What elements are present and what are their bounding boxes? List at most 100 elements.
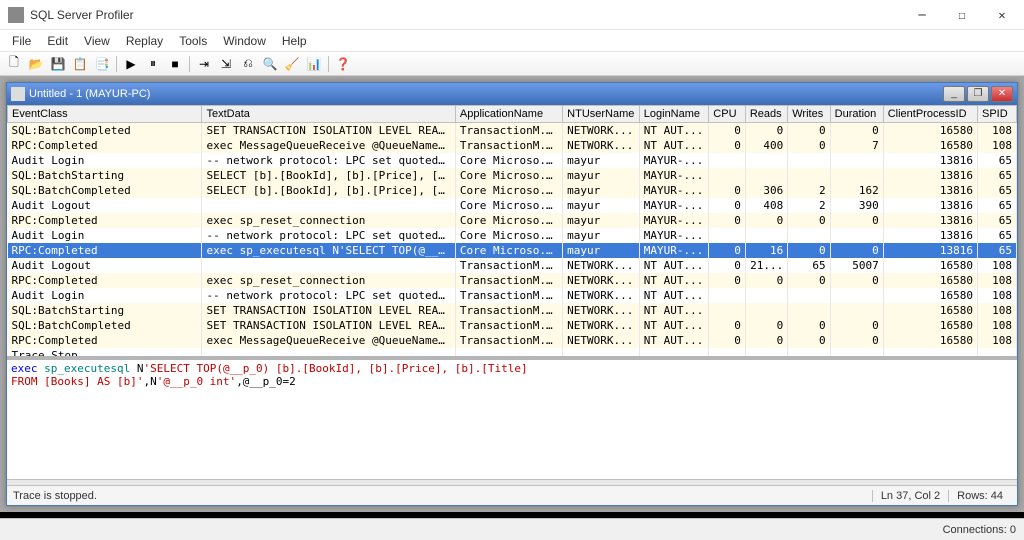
cell-reads [745,153,787,168]
menu-edit[interactable]: Edit [39,32,76,50]
table-row[interactable]: SQL:BatchCompletedSELECT [b].[BookId], [… [8,183,1017,198]
toolbar-stats-button[interactable]: 📊 [304,54,324,74]
cell-cpu: 0 [709,273,746,288]
cell-eventclass: SQL:BatchCompleted [8,123,202,139]
toolbar-break-button[interactable]: ⎌ [238,54,258,74]
cell-loginname: NT AUT... [639,288,709,303]
col-ntusername[interactable]: NTUserName [563,106,640,123]
toolbar-new-button[interactable]: 🗋 [4,54,24,74]
table-row[interactable]: SQL:BatchStartingSET TRANSACTION ISOLATI… [8,303,1017,318]
table-row[interactable]: RPC:Completedexec MessageQueueReceive @Q… [8,138,1017,153]
table-row[interactable]: SQL:BatchCompletedSET TRANSACTION ISOLAT… [8,318,1017,333]
cell-ntusername: NETWORK... [563,138,640,153]
mdi-area: Untitled - 1 (MAYUR-PC) _ ❐ ✕ EventClass… [0,76,1024,512]
toolbar-run-button[interactable]: ▶ [121,54,141,74]
cell-duration [830,288,883,303]
toolbar-props-button[interactable]: 📑 [92,54,112,74]
toolbar-template-button[interactable]: 📋 [70,54,90,74]
close-button[interactable]: ✕ [982,1,1022,29]
titlebar: SQL Server Profiler ─ ☐ ✕ [0,0,1024,30]
menu-replay[interactable]: Replay [118,32,171,50]
app-icon [8,7,24,23]
table-row[interactable]: RPC:Completedexec sp_executesql N'SELECT… [8,243,1017,258]
cell-reads [745,288,787,303]
col-applicationname[interactable]: ApplicationName [455,106,562,123]
toolbar-step-button[interactable]: ⇥ [194,54,214,74]
menu-tools[interactable]: Tools [171,32,215,50]
toolbar-help-button[interactable]: ❓ [333,54,353,74]
cell-cpu: 0 [709,183,746,198]
maximize-button[interactable]: ☐ [942,1,982,29]
document-icon [11,87,25,101]
table-row[interactable]: Audit Login-- network protocol: LPC set … [8,153,1017,168]
trace-grid-wrap[interactable]: EventClassTextDataApplicationNameNTUserN… [7,105,1017,357]
table-row[interactable]: RPC:Completedexec sp_reset_connectionCor… [8,213,1017,228]
table-row[interactable]: RPC:Completedexec sp_reset_connectionTra… [8,273,1017,288]
cell-eventclass: Audit Login [8,288,202,303]
cell-writes: 0 [788,138,830,153]
col-duration[interactable]: Duration [830,106,883,123]
table-row[interactable]: Audit Login-- network protocol: LPC set … [8,228,1017,243]
toolbar-toend-button[interactable]: ⇲ [216,54,236,74]
table-row[interactable]: SQL:BatchCompletedSET TRANSACTION ISOLAT… [8,123,1017,139]
col-spid[interactable]: SPID [978,106,1017,123]
cell-clientprocessid: 13816 [883,153,977,168]
toolbar-pause-button[interactable]: ⏸ [143,54,163,74]
col-eventclass[interactable]: EventClass [8,106,202,123]
minimize-button[interactable]: ─ [902,1,942,29]
child-titlebar[interactable]: Untitled - 1 (MAYUR-PC) _ ❐ ✕ [7,83,1017,105]
cell-cpu: 0 [709,243,746,258]
toolbar-clear-button[interactable]: 🧹 [282,54,302,74]
trace-status-text: Trace is stopped. [13,490,97,502]
cell-loginname: NT AUT... [639,303,709,318]
cell-ntusername [563,348,640,357]
table-row[interactable]: Trace Stop [8,348,1017,357]
table-row[interactable]: RPC:Completedexec MessageQueueReceive @Q… [8,333,1017,348]
cell-ntusername: mayur [563,198,640,213]
menu-window[interactable]: Window [215,32,274,50]
cell-writes [788,168,830,183]
cell-textdata [202,348,455,357]
cell-duration [830,153,883,168]
table-row[interactable]: Audit Login-- network protocol: LPC set … [8,288,1017,303]
menu-file[interactable]: File [4,32,39,50]
cell-loginname: NT AUT... [639,273,709,288]
cell-spid: 65 [978,153,1017,168]
cell-textdata: SET TRANSACTION ISOLATION LEVEL READ... [202,318,455,333]
cell-textdata: -- network protocol: LPC set quoted... [202,288,455,303]
cell-reads [745,228,787,243]
cell-eventclass: RPC:Completed [8,273,202,288]
col-textdata[interactable]: TextData [202,106,455,123]
cell-writes: 0 [788,273,830,288]
cell-clientprocessid: 13816 [883,183,977,198]
toolbar-save-button[interactable]: 💾 [48,54,68,74]
table-row[interactable]: SQL:BatchStartingSELECT [b].[BookId], [b… [8,168,1017,183]
cell-applicationname: Core Microso... [455,243,562,258]
cell-applicationname: Core Microso... [455,198,562,213]
table-row[interactable]: Audit LogoutTransactionM...NETWORK...NT … [8,258,1017,273]
trace-grid[interactable]: EventClassTextDataApplicationNameNTUserN… [7,105,1017,357]
cell-textdata: SET TRANSACTION ISOLATION LEVEL READ... [202,123,455,139]
col-clientprocessid[interactable]: ClientProcessID [883,106,977,123]
toolbar-open-button[interactable]: 📂 [26,54,46,74]
cell-spid: 65 [978,243,1017,258]
col-cpu[interactable]: CPU [709,106,746,123]
child-close-button[interactable]: ✕ [991,86,1013,102]
cell-cpu: 0 [709,318,746,333]
child-maximize-button[interactable]: ❐ [967,86,989,102]
child-minimize-button[interactable]: _ [943,86,965,102]
table-row[interactable]: Audit LogoutCore Microso...mayurMAYUR-..… [8,198,1017,213]
menu-view[interactable]: View [76,32,118,50]
col-writes[interactable]: Writes [788,106,830,123]
toolbar-stop-button[interactable]: ■ [165,54,185,74]
toolbar-separator [116,56,117,72]
col-reads[interactable]: Reads [745,106,787,123]
toolbar-find-button[interactable]: 🔍 [260,54,280,74]
menu-help[interactable]: Help [274,32,315,50]
detail-pane[interactable]: exec sp_executesql N'SELECT TOP(@__p_0) … [7,357,1017,479]
cell-loginname [639,348,709,357]
sql-string: '@__p_0 int' [157,375,236,388]
cell-cpu: 0 [709,138,746,153]
col-loginname[interactable]: LoginName [639,106,709,123]
sql-proc: sp_executesql [44,362,130,375]
